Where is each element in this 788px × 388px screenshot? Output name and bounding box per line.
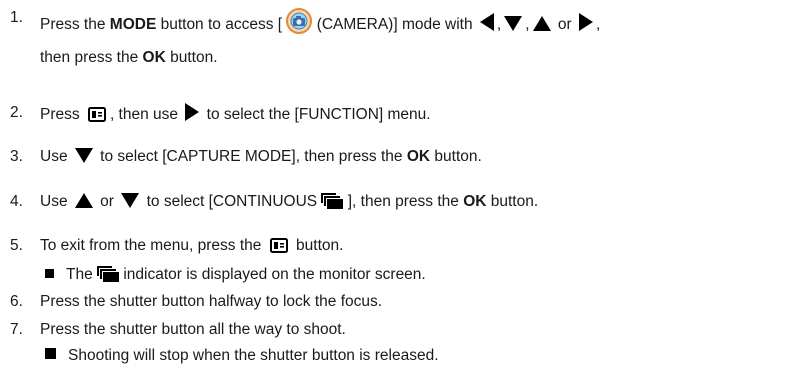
step-text: Press the shutter button all the way to …: [40, 321, 346, 338]
step-text: To exit from the menu, press the button.: [40, 237, 344, 254]
step-text: Press , then use to select the [FUNCTION…: [40, 103, 431, 125]
menu-button-icon: [269, 238, 288, 253]
up-arrow-icon: [532, 16, 551, 31]
down-arrow-icon: [121, 193, 140, 208]
step-number: 4.: [10, 193, 23, 210]
continuous-shooting-icon: [97, 266, 120, 282]
camera-mode-icon: [286, 8, 313, 34]
step-number: 6.: [10, 293, 23, 310]
step-text: Press the MODE button to access [ (CAMER…: [40, 8, 600, 35]
step-number: 5.: [10, 237, 23, 254]
right-arrow-icon: [185, 103, 200, 121]
step-number: 1.: [10, 9, 23, 26]
right-arrow-icon: [578, 13, 593, 31]
step-number: 7.: [10, 321, 23, 338]
up-arrow-icon: [74, 193, 93, 208]
menu-button-icon: [87, 107, 106, 122]
left-arrow-icon: [479, 13, 494, 31]
bullet-icon: [45, 269, 54, 278]
step-text: Use to select [CAPTURE MODE], then press…: [40, 148, 482, 165]
step-number: 3.: [10, 148, 23, 165]
continuous-shooting-icon: [321, 193, 344, 209]
step-text: Press the shutter button halfway to lock…: [40, 293, 383, 310]
down-arrow-icon: [74, 148, 93, 163]
step-text: Use or to select [CONTINUOUS ], then pre…: [40, 193, 539, 210]
down-arrow-icon: [504, 16, 523, 31]
bullet-icon: [45, 348, 56, 359]
step-number: 2.: [10, 104, 23, 121]
